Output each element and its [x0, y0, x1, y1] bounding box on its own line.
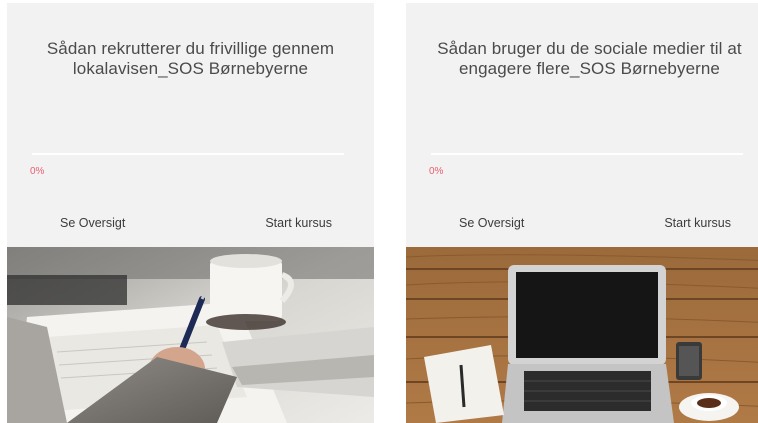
progress-bar [32, 153, 344, 155]
course-title: Sådan rekrutterer du frivillige gennem l… [46, 39, 335, 78]
progress-percentage: 0% [30, 166, 45, 177]
course-card: Sådan rekrutterer du frivillige gennem l… [7, 3, 374, 423]
course-image[interactable] [7, 247, 374, 423]
progress-percentage: 0% [429, 166, 444, 177]
course-card: Sådan bruger du de sociale medier til at… [406, 3, 758, 423]
course-title: Sådan bruger du de sociale medier til at… [437, 39, 742, 78]
overview-link[interactable]: Se Oversigt [459, 216, 524, 230]
start-course-link[interactable]: Start kursus [265, 216, 332, 230]
overview-link[interactable]: Se Oversigt [60, 216, 125, 230]
progress-bar [431, 153, 743, 155]
start-course-link[interactable]: Start kursus [664, 216, 731, 230]
course-image[interactable] [406, 247, 758, 423]
course-grid: Sådan rekrutterer du frivillige gennem l… [0, 0, 758, 423]
